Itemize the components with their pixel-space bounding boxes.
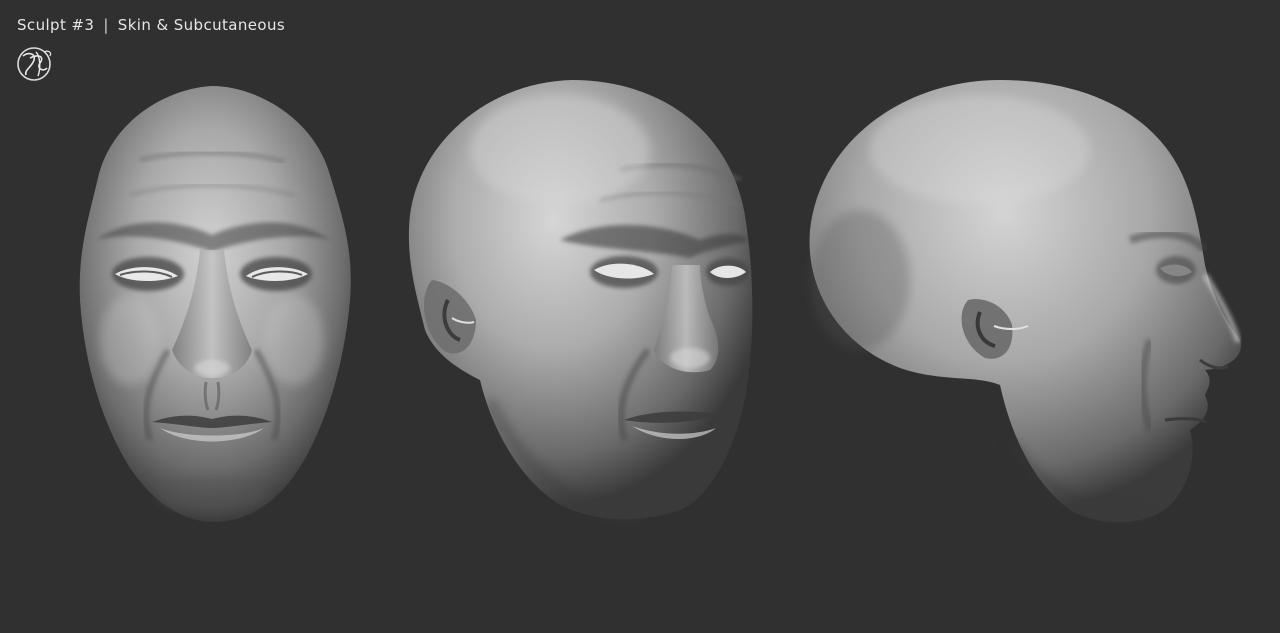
sculpt-views <box>79 80 1241 524</box>
head-profile-sculpt-icon <box>809 80 1241 523</box>
head-three-quarter-sculpt-icon <box>408 80 753 524</box>
sculpt-presentation: Sculpt #3 | Skin & Subcutaneous <box>0 0 1280 633</box>
head-front-sculpt-icon <box>79 86 351 522</box>
